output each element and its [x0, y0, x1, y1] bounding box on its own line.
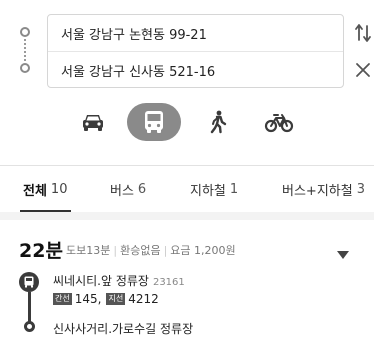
tab-bus-subway-count: 3 [356, 181, 365, 197]
result-tabs: 전체 10 버스 6 지하철 1 버스+지하철 3 [0, 166, 374, 212]
origin-text: 서울 강남구 논현동 99-21 [61, 27, 207, 43]
route-summary: 도보13분 | 환승없음 | 요금 1,200원 [66, 242, 236, 258]
route-dots [19, 27, 31, 73]
bus-line-type-badge: 지선 [106, 293, 126, 305]
bus-icon [24, 276, 34, 288]
walk-icon [210, 110, 227, 134]
route-segment-line [28, 292, 31, 322]
travel-time: 22분 [19, 240, 63, 262]
separator: | [113, 244, 118, 257]
boarding-stop-id: 23161 [152, 277, 185, 288]
bus-lines: 간선 145, 지선 4212 [53, 292, 159, 306]
mode-walk-button[interactable] [198, 103, 238, 141]
car-icon [83, 115, 103, 131]
tab-all-label: 전체 [23, 183, 47, 199]
bicycle-icon [264, 114, 294, 133]
boarding-stop[interactable]: 씨네시티.앞 정류장 23161 [53, 272, 185, 289]
close-icon [356, 63, 370, 77]
route-input-box: 서울 강남구 논현동 99-21 서울 강남구 신사동 521-16 [47, 14, 344, 88]
tab-bus-subway[interactable]: 버스+지하철 3 [282, 166, 365, 212]
triangle-down-icon [337, 251, 349, 259]
tab-subway[interactable]: 지하철 1 [190, 166, 238, 212]
fare: 요금 1,200원 [170, 244, 236, 257]
expand-result-button[interactable] [336, 245, 350, 259]
walk-time: 도보13분 [66, 244, 111, 257]
swap-vertical-icon [355, 24, 371, 42]
tab-bus-subway-label: 버스+지하철 [282, 183, 353, 199]
separator: | [163, 244, 168, 257]
bus-icon [145, 111, 163, 133]
separator: , [97, 292, 102, 306]
boarding-stop-name: 씨네시티.앞 정류장 [53, 274, 149, 288]
bus-line-number[interactable]: 145 [75, 292, 98, 306]
mode-bicycle-button[interactable] [259, 103, 299, 141]
destination-field[interactable]: 서울 강남구 신사동 521-16 [48, 52, 343, 89]
mode-bus-button[interactable] [127, 103, 181, 141]
section-separator [0, 212, 374, 220]
mode-car-button[interactable] [73, 103, 113, 141]
tab-all[interactable]: 전체 10 [23, 166, 67, 212]
tab-bus[interactable]: 버스 6 [110, 166, 146, 212]
route-dotted-line [24, 39, 26, 61]
transfer-info: 환승없음 [120, 244, 161, 257]
origin-field[interactable]: 서울 강남구 논현동 99-21 [48, 15, 343, 52]
tab-bus-label: 버스 [110, 183, 134, 199]
bus-line-type-badge: 간선 [53, 293, 72, 305]
tab-subway-count: 1 [229, 181, 239, 197]
bus-stop-marker [19, 272, 39, 292]
tab-subway-label: 지하철 [190, 183, 226, 199]
bus-line-number[interactable]: 4212 [128, 292, 159, 306]
alight-marker [24, 321, 35, 332]
tab-bus-count: 6 [137, 181, 147, 197]
clear-route-button[interactable] [354, 60, 372, 80]
swap-route-button[interactable] [354, 22, 372, 44]
alighting-stop[interactable]: 신사사거리.가로수길 정류장 [53, 320, 193, 337]
destination-dot-icon [20, 63, 30, 73]
tab-all-count: 10 [50, 181, 68, 197]
destination-text: 서울 강남구 신사동 521-16 [61, 65, 216, 80]
origin-dot-icon [20, 27, 30, 37]
